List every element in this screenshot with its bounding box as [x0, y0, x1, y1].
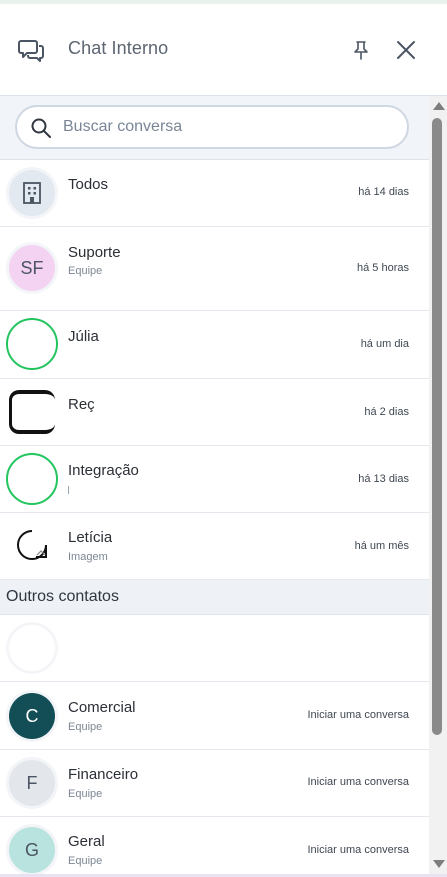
contact-subtitle: Equipe	[68, 721, 103, 733]
conversation-name: Letícia	[68, 529, 113, 546]
contact-name: Financeiro	[68, 766, 139, 783]
avatar-online	[6, 318, 58, 370]
pin-icon[interactable]	[351, 39, 371, 61]
search-icon	[31, 118, 51, 138]
conversation-name: Integração	[68, 462, 139, 479]
conversation-name: Reç	[68, 396, 94, 413]
avatar-initials: F	[9, 760, 55, 806]
contact-subtitle: Equipe	[68, 855, 103, 867]
avatar: F	[6, 757, 58, 809]
avatar	[6, 622, 58, 674]
conversation-subtitle: Equipe	[68, 265, 103, 277]
contact-item-comercial[interactable]: C Comercial Equipe Iniciar uma conversa	[0, 682, 429, 750]
contact-item-geral[interactable]: G Geral Equipe Iniciar uma conversa	[0, 817, 429, 877]
conversation-time: há um dia	[360, 338, 409, 350]
building-icon	[23, 182, 41, 204]
scrollbar[interactable]	[429, 96, 447, 877]
search-area	[0, 96, 429, 160]
contact-name: Geral	[68, 833, 105, 850]
conversation-time: há um mês	[354, 540, 409, 552]
contact-item-financeiro[interactable]: F Financeiro Equipe Iniciar uma conversa	[0, 750, 429, 817]
conversation-item-rec[interactable]: Reç há 2 dias	[0, 379, 429, 446]
avatar	[6, 167, 58, 219]
avatar-online	[6, 453, 58, 505]
conversation-name: Todos	[68, 176, 109, 193]
close-icon[interactable]	[395, 39, 417, 61]
section-title: Outros contatos	[6, 588, 119, 605]
conversation-time: há 14 dias	[358, 186, 409, 198]
conversation-name: Júlia	[68, 328, 99, 345]
avatar-photo	[6, 386, 58, 438]
scroll-down-arrow-icon[interactable]	[433, 860, 445, 868]
section-header-other-contacts: Outros contatos	[0, 580, 429, 615]
conversation-item-suporte[interactable]: SF Suporte Equipe há 5 horas	[0, 227, 429, 311]
start-conversation-link[interactable]: Iniciar uma conversa	[308, 709, 410, 721]
conversation-name: Suporte	[68, 244, 121, 261]
avatar: G	[6, 824, 58, 876]
conversation-list: Todos há 14 dias SF Suporte Equipe há 5 …	[0, 160, 429, 877]
avatar-initials: C	[9, 693, 55, 739]
contact-subtitle: Equipe	[68, 788, 103, 800]
avatar: SF	[6, 242, 58, 294]
conversation-item-todos[interactable]: Todos há 14 dias	[0, 160, 429, 227]
scrollbar-thumb[interactable]	[432, 118, 442, 735]
avatar-initials: G	[9, 827, 55, 873]
scroll-up-arrow-icon[interactable]	[433, 102, 445, 110]
conversation-time: há 13 dias	[358, 473, 409, 485]
conversation-item-julia[interactable]: Júlia há um dia	[0, 311, 429, 379]
chat-header: Chat Interno	[0, 4, 447, 96]
chat-bubbles-icon	[18, 40, 44, 62]
conversation-item-leticia[interactable]: Letícia Imagem há um mês	[0, 513, 429, 580]
search-input[interactable]	[63, 115, 393, 139]
search-box[interactable]	[15, 105, 409, 149]
page-title: Chat Interno	[68, 38, 169, 58]
sketch-avatar-icon	[17, 530, 47, 560]
conversation-time: há 5 horas	[357, 262, 409, 274]
avatar-sketch	[6, 520, 58, 572]
contact-item-blank[interactable]	[0, 615, 429, 682]
start-conversation-link[interactable]: Iniciar uma conversa	[308, 776, 410, 788]
conversation-time: há 2 dias	[364, 406, 409, 418]
preview-cursor	[68, 486, 69, 494]
conversation-item-integracao[interactable]: Integração há 13 dias	[0, 446, 429, 513]
conversation-subtitle: Imagem	[68, 551, 108, 563]
avatar: C	[6, 690, 58, 742]
avatar-initials: SF	[9, 245, 55, 291]
contact-name: Comercial	[68, 699, 136, 716]
start-conversation-link[interactable]: Iniciar uma conversa	[308, 844, 410, 856]
